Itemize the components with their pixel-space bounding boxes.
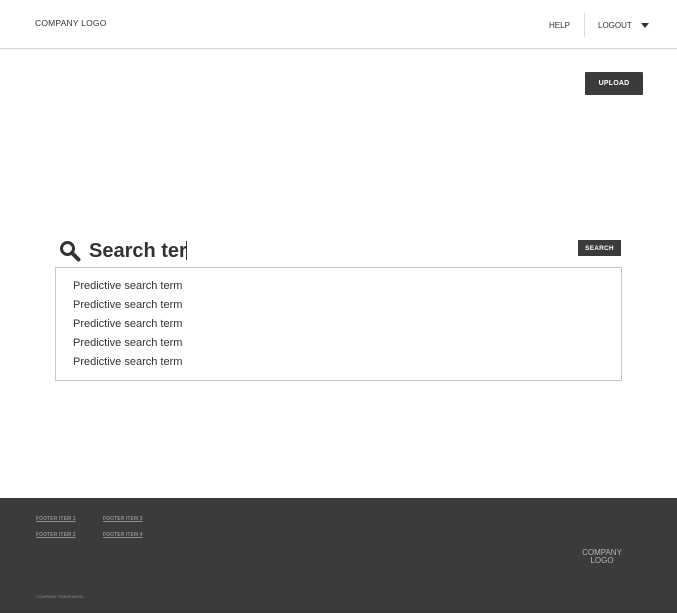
top-header: COMPANY LOGO HELP LOGOUT bbox=[0, 0, 677, 49]
footer-company-logo: COMPANY LOGO bbox=[574, 549, 630, 565]
suggestion-item[interactable]: Predictive search term bbox=[56, 317, 621, 336]
upload-button[interactable]: UPLOAD bbox=[585, 72, 643, 95]
help-link[interactable]: HELP bbox=[549, 21, 570, 30]
footer-item-3[interactable]: FOOTER ITEM 3 bbox=[103, 516, 143, 522]
company-trademark: COMPANY TRADEMARK bbox=[36, 594, 84, 599]
suggestion-item[interactable]: Predictive search term bbox=[56, 279, 621, 298]
company-logo[interactable]: COMPANY LOGO bbox=[35, 18, 107, 28]
footer-item-2[interactable]: FOOTER ITEM 2 bbox=[36, 532, 76, 538]
search-input[interactable] bbox=[89, 237, 569, 265]
suggestion-item[interactable]: Predictive search term bbox=[56, 298, 621, 317]
page-footer: FOOTER ITEM 1 FOOTER ITEM 3 FOOTER ITEM … bbox=[0, 498, 677, 613]
search-button[interactable]: SEARCH bbox=[578, 240, 621, 256]
search-icon bbox=[59, 240, 81, 262]
suggestion-item[interactable]: Predictive search term bbox=[56, 336, 621, 355]
chevron-down-icon[interactable] bbox=[641, 23, 649, 28]
text-caret bbox=[186, 241, 187, 260]
page: COMPANY LOGO HELP LOGOUT UPLOAD SEARCH P… bbox=[0, 0, 677, 613]
predictive-suggestions-list: Predictive search term Predictive search… bbox=[55, 267, 622, 381]
logout-link[interactable]: LOGOUT bbox=[598, 21, 632, 30]
nav-divider bbox=[584, 13, 585, 37]
footer-logo-line-2: LOGO bbox=[590, 556, 614, 565]
footer-item-1[interactable]: FOOTER ITEM 1 bbox=[36, 516, 76, 522]
footer-item-4[interactable]: FOOTER ITEM 4 bbox=[103, 532, 143, 538]
suggestion-item[interactable]: Predictive search term bbox=[56, 355, 621, 374]
